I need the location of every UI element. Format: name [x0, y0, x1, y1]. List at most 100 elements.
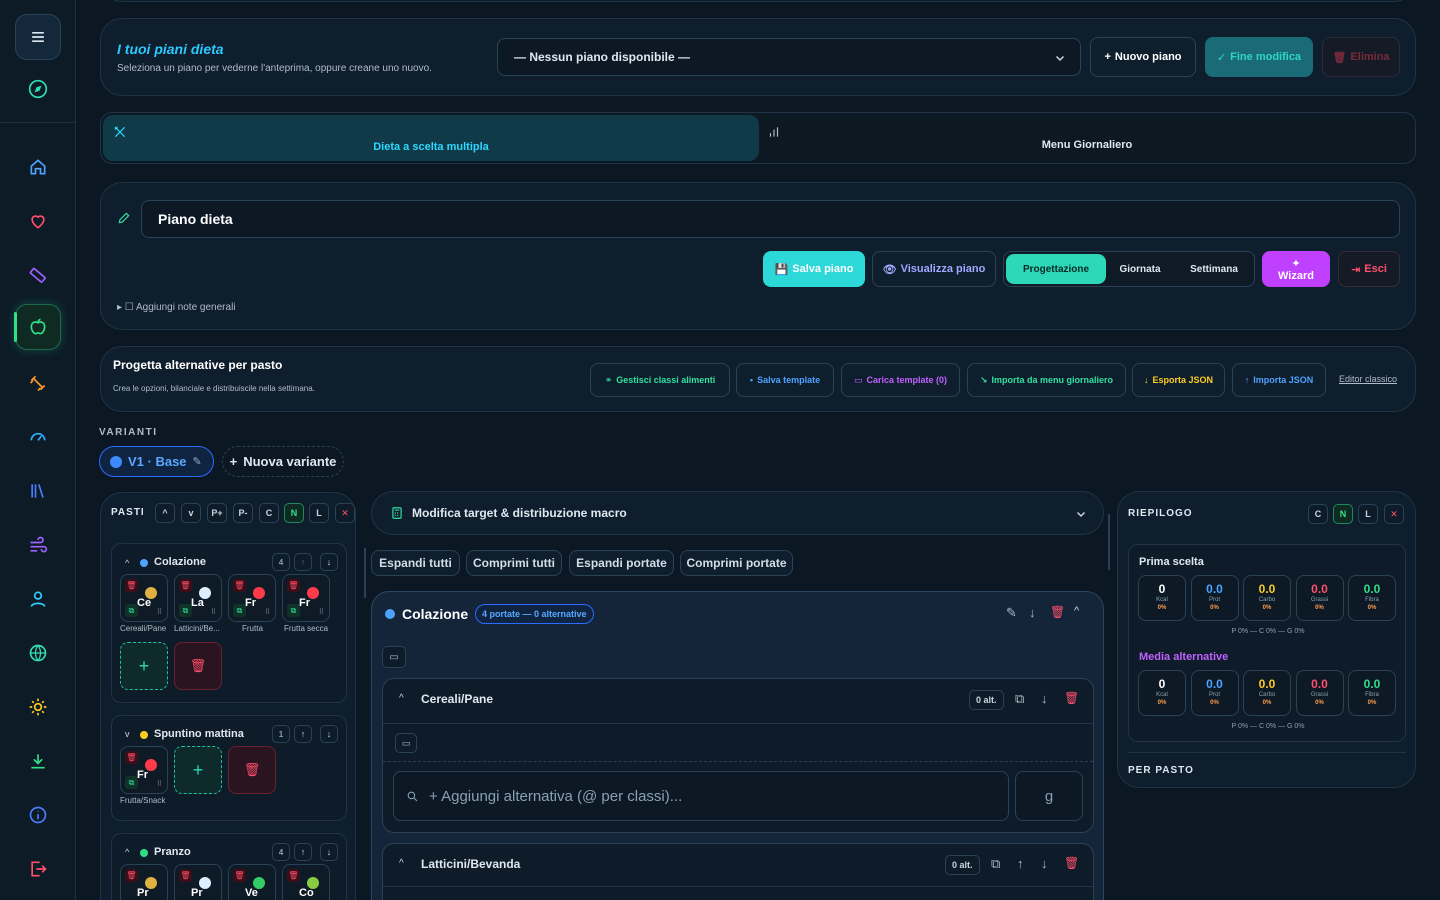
move-down-button[interactable]: ↓ — [320, 843, 338, 861]
copy-icon[interactable]: ⧉ — [1015, 691, 1024, 707]
move-down-button[interactable]: ↓ — [320, 553, 338, 571]
grip-icon[interactable]: ⠿ — [157, 608, 162, 616]
chevron-up-icon[interactable]: ^ — [399, 693, 404, 704]
expand-all-button[interactable]: Espandi tutti — [371, 550, 460, 576]
finish-edit-button[interactable]: ✓ Fine modifica — [1205, 37, 1313, 77]
delete-meal-button[interactable]: 🗑 — [228, 746, 276, 794]
move-up-button[interactable]: ↑ — [294, 843, 312, 861]
save-template-button[interactable]: ▪ Salva template — [736, 363, 834, 397]
import-menu-button[interactable]: ↘ Importa da menu giornaliero — [967, 363, 1126, 397]
mode-design-button[interactable]: Progettazione — [1006, 254, 1106, 284]
meals-c-button[interactable]: C — [259, 503, 279, 523]
food-tile[interactable]: 🗑 ⧉ Ce ⠿ — [120, 574, 168, 622]
sidebar-item-gauge[interactable] — [15, 414, 61, 460]
food-tile[interactable]: 🗑 ⧉ Fr ⠿ — [228, 574, 276, 622]
arrow-down-icon[interactable]: ↓ — [1029, 605, 1036, 620]
trash-icon[interactable]: 🗑 — [1064, 856, 1079, 870]
unit-input[interactable]: g — [1015, 771, 1083, 821]
manage-classes-button[interactable]: ⚭ Gestisci classi alimenti — [590, 363, 730, 397]
target-macro-panel[interactable]: Modifica target & distribuzione macro — [371, 491, 1104, 535]
meals-remove-button[interactable]: P- — [233, 503, 253, 523]
move-up-button[interactable]: ↑ — [294, 725, 312, 743]
sidebar-item-logout[interactable] — [15, 846, 61, 892]
pencil-icon[interactable]: ✎ — [1006, 605, 1017, 621]
trash-icon[interactable]: 🗑 — [233, 869, 246, 882]
sidebar-item-wind[interactable] — [15, 522, 61, 568]
add-food-button[interactable]: + — [174, 746, 222, 794]
new-plan-button[interactable]: + Nuovo piano — [1090, 37, 1196, 77]
food-tile[interactable]: 🗑 ⧉ La ⠿ — [174, 574, 222, 622]
food-tile[interactable]: 🗑 ⧉ Fr ⠿ — [282, 574, 330, 622]
expand-courses-button[interactable]: Espandi portate — [569, 550, 674, 576]
classic-editor-link[interactable]: Editor classico — [1339, 374, 1397, 384]
delete-meal-button[interactable]: 🗑 — [174, 642, 222, 690]
trash-icon[interactable]: 🗑 — [1050, 605, 1065, 619]
food-tile[interactable]: 🗑 Pr — [174, 864, 222, 900]
arrow-down-icon[interactable]: ↓ — [1041, 691, 1048, 706]
exit-button[interactable]: ⇥ Esci — [1338, 251, 1400, 287]
meals-n-button[interactable]: N — [284, 503, 304, 523]
trash-icon[interactable]: 🗑 — [233, 579, 246, 592]
mode-week-button[interactable]: Settimana — [1176, 254, 1252, 284]
summary-n-button[interactable]: N — [1333, 504, 1353, 524]
tab-multi-choice[interactable]: Dieta a scelta multipla — [103, 115, 759, 161]
trash-icon[interactable]: 🗑 — [179, 579, 192, 592]
import-json-button[interactable]: ↑ Importa JSON — [1232, 363, 1326, 397]
new-variant-button[interactable]: + Nuova variante — [222, 446, 344, 477]
trash-icon[interactable]: 🗑 — [125, 869, 138, 882]
copy-icon[interactable]: ⧉ — [991, 856, 1000, 872]
trash-icon[interactable]: 🗑 — [287, 869, 300, 882]
collapse-icon[interactable]: ^ — [125, 847, 129, 857]
sidebar-item-info[interactable] — [15, 792, 61, 838]
summary-l-button[interactable]: L — [1358, 504, 1378, 524]
tab-daily-menu[interactable]: Menu Giornaliero — [759, 139, 1415, 151]
sidebar-item-home[interactable] — [15, 144, 61, 190]
food-tile[interactable]: 🗑 Ve — [228, 864, 276, 900]
mode-day-button[interactable]: Giornata — [1108, 254, 1172, 284]
comment-button[interactable]: ▭ — [382, 646, 406, 668]
food-tile[interactable]: 🗑 ⧉ Fr ⠿ — [120, 746, 168, 794]
wizard-button[interactable]: ✦ Wizard — [1262, 251, 1330, 287]
grip-icon[interactable]: ⠿ — [211, 608, 216, 616]
expand-icon[interactable]: v — [125, 729, 130, 739]
load-template-button[interactable]: ▭ Carica template (0) — [841, 363, 960, 397]
delete-plan-button[interactable]: 🗑 Elimina — [1322, 37, 1400, 77]
move-down-button[interactable]: ↓ — [320, 725, 338, 743]
grip-icon[interactable]: ⠿ — [265, 608, 270, 616]
add-alternative-input[interactable]: + Aggiungi alternativa (@ per classi)... — [393, 771, 1009, 821]
collapse-courses-button[interactable]: Comprimi portate — [680, 550, 793, 576]
save-plan-button[interactable]: 💾 Salva piano — [763, 251, 865, 287]
sidebar-item-globe[interactable] — [15, 630, 61, 676]
grip-icon[interactable]: ⠿ — [319, 608, 324, 616]
trash-icon[interactable]: 🗑 — [1064, 691, 1079, 705]
logo-button[interactable] — [15, 66, 61, 112]
sidebar-item-theme[interactable] — [15, 684, 61, 730]
meals-close-button[interactable]: ✕ — [335, 503, 355, 523]
grip-icon[interactable]: ⠿ — [157, 780, 162, 788]
chevron-up-icon[interactable]: ^ — [1074, 605, 1079, 617]
export-json-button[interactable]: ↓ Esporta JSON — [1132, 363, 1225, 397]
trash-icon[interactable]: 🗑 — [125, 579, 138, 592]
meals-l-button[interactable]: L — [309, 503, 329, 523]
collapse-all-button[interactable]: Comprimi tutti — [466, 550, 562, 576]
sidebar-item-training[interactable] — [15, 360, 61, 406]
sidebar-item-diet[interactable] — [15, 304, 61, 350]
comment-button[interactable]: ▭ — [395, 733, 417, 753]
food-tile[interactable]: 🗑 Co — [282, 864, 330, 900]
plan-select[interactable]: — Nessun piano disponibile — — [497, 38, 1081, 76]
sidebar-item-library[interactable] — [15, 468, 61, 514]
meals-add-button[interactable]: P+ — [207, 503, 227, 523]
plan-name-input[interactable]: Piano dieta — [141, 200, 1400, 238]
variant-v1-chip[interactable]: V1 · Base ✎ — [99, 446, 214, 477]
meals-up-button[interactable]: ^ — [155, 503, 175, 523]
chevron-up-icon[interactable]: ^ — [399, 858, 404, 869]
arrow-up-icon[interactable]: ↑ — [1017, 856, 1024, 871]
trash-icon[interactable]: 🗑 — [125, 751, 138, 764]
food-tile[interactable]: 🗑 Pr — [120, 864, 168, 900]
sidebar-item-measures[interactable] — [15, 252, 61, 298]
trash-icon[interactable]: 🗑 — [287, 579, 300, 592]
trash-icon[interactable]: 🗑 — [179, 869, 192, 882]
view-plan-button[interactable]: 👁 Visualizza piano — [872, 251, 996, 287]
summary-close-button[interactable]: ✕ — [1384, 504, 1404, 524]
move-up-button[interactable]: ↑ — [294, 553, 312, 571]
